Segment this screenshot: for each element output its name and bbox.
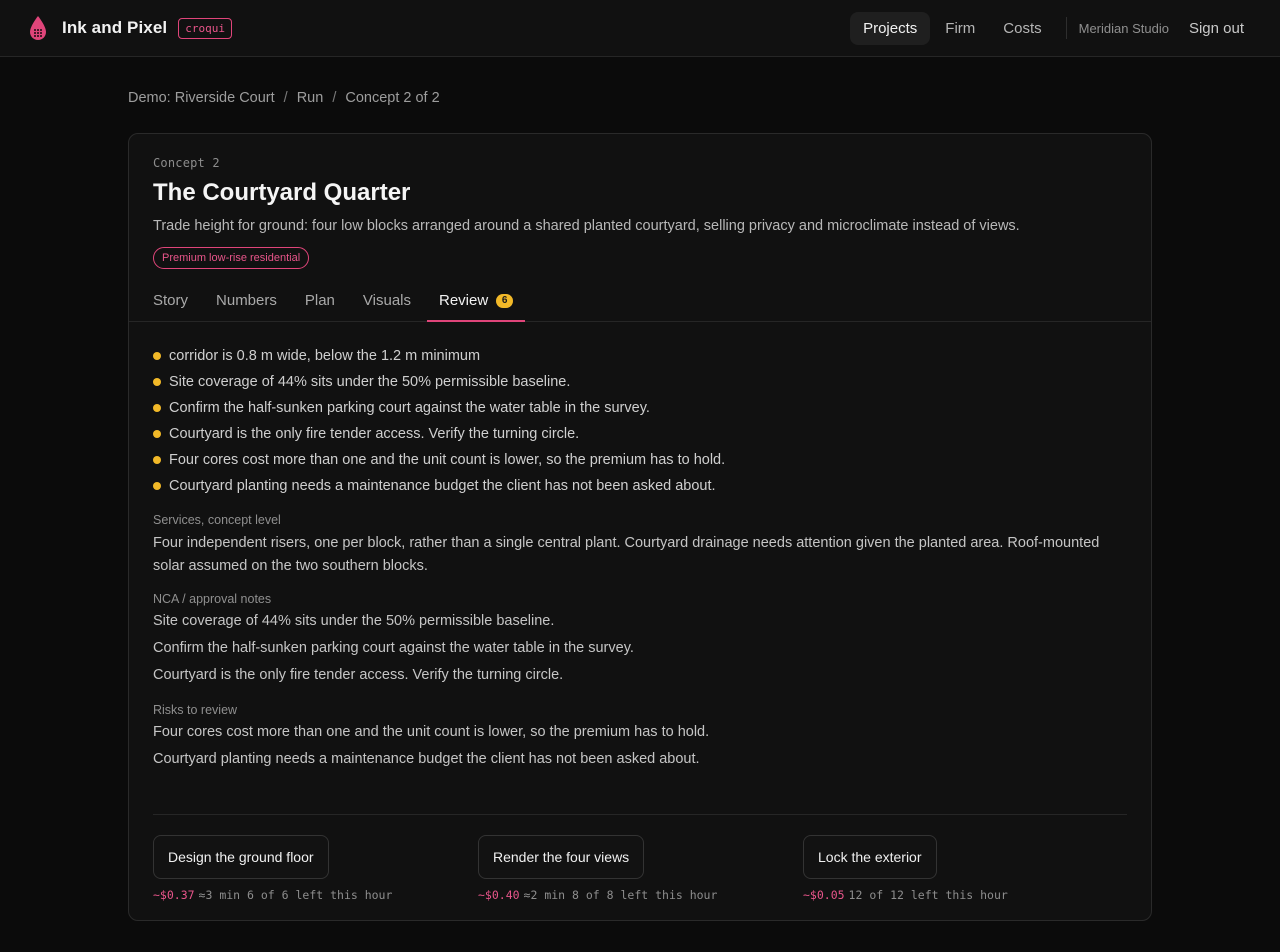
nca-note: Confirm the half-sunken parking court ag… bbox=[153, 640, 634, 656]
action-cost: ~$0.05 bbox=[803, 888, 845, 902]
next-step-actions: Design the ground floor ~$0.37 ≈3 min 6 o… bbox=[153, 835, 1128, 902]
issue-text: Courtyard planting needs a maintenance b… bbox=[169, 478, 716, 494]
tab-plan[interactable]: Plan bbox=[293, 285, 347, 321]
services-text: Four independent risers, one per block, … bbox=[153, 535, 1100, 574]
breadcrumb-project[interactable]: Demo: Riverside Court bbox=[128, 90, 275, 106]
concept-tabs: Story Numbers Plan Visuals Review 6 bbox=[129, 285, 1151, 322]
nav-divider bbox=[1065, 17, 1067, 39]
breadcrumb-separator: / bbox=[332, 90, 337, 106]
action-detail: ≈3 min 6 of 6 left this hour bbox=[198, 888, 393, 902]
tab-label: Numbers bbox=[216, 292, 277, 309]
tab-review[interactable]: Review 6 bbox=[427, 285, 526, 322]
tab-story[interactable]: Story bbox=[141, 285, 200, 321]
tab-label: Review bbox=[439, 292, 489, 309]
action-cost: ~$0.40 bbox=[478, 888, 520, 902]
breadcrumb-separator: / bbox=[283, 90, 288, 106]
section-label: NCA / approval notes bbox=[153, 592, 272, 606]
brand-name: Ink and Pixel bbox=[62, 18, 168, 37]
action-ground-floor: Design the ground floor ~$0.37 ≈3 min 6 o… bbox=[153, 835, 478, 902]
studio-name: Meridian Studio bbox=[1078, 20, 1169, 36]
tab-numbers[interactable]: Numbers bbox=[204, 285, 289, 321]
brand[interactable]: Ink and Pixel croqui bbox=[28, 15, 232, 41]
review-issue-list: corridor is 0.8 m wide, below the 1.2 m … bbox=[153, 343, 1127, 499]
brand-tag: croqui bbox=[178, 17, 232, 39]
risk-note: Four cores cost more than one and the un… bbox=[153, 724, 710, 740]
tab-label: Plan bbox=[304, 292, 335, 309]
design-ground-floor-button[interactable]: Design the ground floor bbox=[153, 835, 329, 879]
concept-kicker: Concept 2 bbox=[153, 156, 220, 170]
warning-dot-icon bbox=[153, 352, 161, 360]
issue-text: Site coverage of 44% sits under the 50% … bbox=[169, 374, 571, 390]
top-bar: Ink and Pixel croqui Projects Firm Costs… bbox=[0, 0, 1280, 57]
review-count-badge: 6 bbox=[496, 293, 514, 308]
nav-firm[interactable]: Firm bbox=[932, 12, 988, 45]
page-title: The Courtyard Quarter bbox=[153, 179, 411, 206]
section-label: Risks to review bbox=[153, 703, 238, 717]
action-meta: ~$0.40 ≈2 min 8 of 8 left this hour bbox=[478, 888, 803, 902]
lock-exterior-button[interactable]: Lock the exterior bbox=[803, 835, 937, 879]
ink-drop-grid-icon bbox=[30, 16, 46, 40]
main-nav: Projects Firm Costs Meridian Studio Sign… bbox=[848, 11, 1252, 45]
action-cost: ~$0.37 bbox=[153, 888, 195, 902]
list-item: corridor is 0.8 m wide, below the 1.2 m … bbox=[153, 343, 1127, 369]
risk-note: Courtyard planting needs a maintenance b… bbox=[153, 751, 700, 767]
list-item: Courtyard planting needs a maintenance b… bbox=[153, 473, 1127, 499]
nca-note: Site coverage of 44% sits under the 50% … bbox=[153, 613, 555, 629]
warning-dot-icon bbox=[153, 430, 161, 438]
action-meta: ~$0.05 12 of 12 left this hour bbox=[803, 888, 1128, 902]
warning-dot-icon bbox=[153, 482, 161, 490]
warning-dot-icon bbox=[153, 404, 161, 412]
review-panel: corridor is 0.8 m wide, below the 1.2 m … bbox=[129, 322, 1151, 773]
action-lock-exterior: Lock the exterior ~$0.05 12 of 12 left th… bbox=[803, 835, 1128, 902]
action-detail: ≈2 min 8 of 8 left this hour bbox=[523, 888, 718, 902]
concept-type-pill: Premium low-rise residential bbox=[153, 247, 310, 269]
breadcrumb-run[interactable]: Run bbox=[297, 90, 324, 106]
issue-text: Four cores cost more than one and the un… bbox=[169, 452, 726, 468]
list-item: Courtyard is the only fire tender access… bbox=[153, 421, 1127, 447]
issue-text: Confirm the half-sunken parking court ag… bbox=[169, 400, 650, 416]
warning-dot-icon bbox=[153, 378, 161, 386]
issue-text: corridor is 0.8 m wide, below the 1.2 m … bbox=[169, 348, 481, 364]
services-section: Services, concept level Four independent… bbox=[153, 513, 1127, 578]
action-detail: 12 of 12 left this hour bbox=[848, 888, 1008, 902]
sign-out-link[interactable]: Sign out bbox=[1189, 20, 1244, 37]
section-label: Services, concept level bbox=[153, 513, 281, 527]
breadcrumb-current: Concept 2 of 2 bbox=[345, 90, 440, 106]
actions-divider bbox=[153, 814, 1127, 815]
action-render-views: Render the four views ~$0.40 ≈2 min 8 of … bbox=[478, 835, 803, 902]
concept-subtitle: Trade height for ground: four low blocks… bbox=[153, 218, 1020, 234]
list-item: Confirm the half-sunken parking court ag… bbox=[153, 395, 1127, 421]
list-item: Site coverage of 44% sits under the 50% … bbox=[153, 369, 1127, 395]
concept-card: Concept 2 The Courtyard Quarter Trade he… bbox=[128, 133, 1152, 921]
nca-section: NCA / approval notes Site coverage of 44… bbox=[153, 592, 1127, 689]
risks-section: Risks to review Four cores cost more tha… bbox=[153, 703, 1127, 773]
tab-label: Story bbox=[153, 292, 189, 309]
list-item: Four cores cost more than one and the un… bbox=[153, 447, 1127, 473]
render-four-views-button[interactable]: Render the four views bbox=[478, 835, 645, 879]
tab-label: Visuals bbox=[362, 292, 411, 309]
nav-costs[interactable]: Costs bbox=[990, 12, 1054, 45]
action-meta: ~$0.37 ≈3 min 6 of 6 left this hour bbox=[153, 888, 478, 902]
nca-note: Courtyard is the only fire tender access… bbox=[153, 667, 564, 683]
concept-header: Concept 2 The Courtyard Quarter Trade he… bbox=[129, 134, 1151, 269]
warning-dot-icon bbox=[153, 456, 161, 464]
tab-visuals[interactable]: Visuals bbox=[351, 285, 423, 321]
breadcrumb: Demo: Riverside Court / Run / Concept 2 … bbox=[128, 90, 440, 106]
nav-projects[interactable]: Projects bbox=[850, 11, 931, 45]
issue-text: Courtyard is the only fire tender access… bbox=[169, 426, 580, 442]
